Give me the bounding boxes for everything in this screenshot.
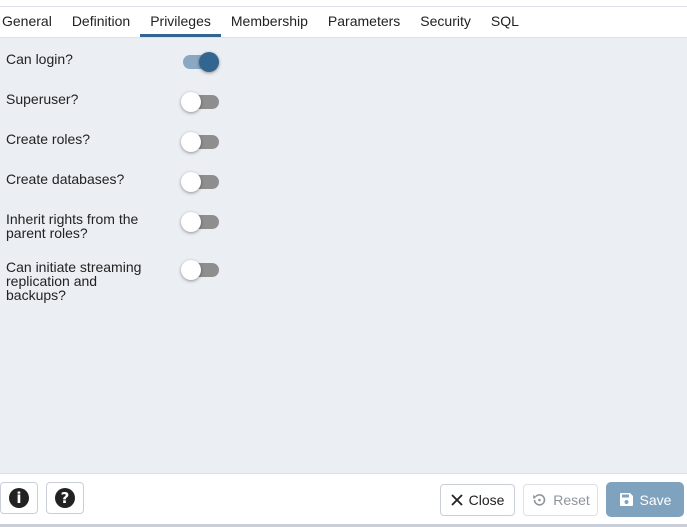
tab-parameters[interactable]: Parameters xyxy=(318,7,410,35)
privilege-row-create-databases: Create databases? xyxy=(6,171,246,192)
privilege-row-can-login: Can login? xyxy=(6,51,246,72)
reset-button[interactable]: Reset xyxy=(523,484,598,516)
tab-definition[interactable]: Definition xyxy=(62,7,140,35)
can-login-label: Can login? xyxy=(6,51,73,67)
privilege-row-replication: Can initiate streaming replication and b… xyxy=(6,260,246,302)
reset-label: Reset xyxy=(553,492,590,508)
superuser-label: Superuser? xyxy=(6,91,79,107)
close-icon xyxy=(450,494,463,506)
privileges-panel: Can login? Superuser? Create roles? Crea… xyxy=(0,38,687,473)
privilege-row-create-roles: Create roles? xyxy=(6,131,246,152)
dialog-footer: i ? Close Reset Save xyxy=(0,473,687,525)
close-label: Close xyxy=(468,492,505,508)
replication-label: Can initiate streaming replication and b… xyxy=(6,259,142,303)
superuser-toggle[interactable] xyxy=(176,89,222,113)
tab-security[interactable]: Security xyxy=(410,7,481,35)
create-roles-toggle[interactable] xyxy=(176,129,222,153)
inherit-rights-label: Inherit rights from the parent roles? xyxy=(6,211,139,241)
create-roles-label: Create roles? xyxy=(6,131,91,147)
create-databases-label: Create databases? xyxy=(6,171,125,187)
reset-icon xyxy=(531,492,547,508)
privilege-row-superuser: Superuser? xyxy=(6,91,246,112)
save-label: Save xyxy=(639,491,672,508)
tab-privileges[interactable]: Privileges xyxy=(140,7,221,37)
info-button[interactable]: i xyxy=(0,482,38,514)
privilege-row-inherit-rights: Inherit rights from the parent roles? xyxy=(6,212,246,240)
inherit-rights-toggle[interactable] xyxy=(176,209,222,233)
tab-sql[interactable]: SQL xyxy=(481,7,529,35)
can-login-toggle[interactable] xyxy=(176,49,222,73)
replication-toggle[interactable] xyxy=(176,257,222,281)
tab-bar: General Definition Privileges Membership… xyxy=(0,7,687,38)
close-button[interactable]: Close xyxy=(440,484,515,516)
save-icon xyxy=(619,492,634,507)
help-button[interactable]: ? xyxy=(46,482,84,514)
save-button[interactable]: Save xyxy=(606,482,684,517)
tab-general[interactable]: General xyxy=(0,7,62,35)
info-circle-icon: i xyxy=(9,488,29,508)
question-circle-icon: ? xyxy=(55,488,75,508)
tab-membership[interactable]: Membership xyxy=(221,7,318,35)
create-databases-toggle[interactable] xyxy=(176,169,222,193)
